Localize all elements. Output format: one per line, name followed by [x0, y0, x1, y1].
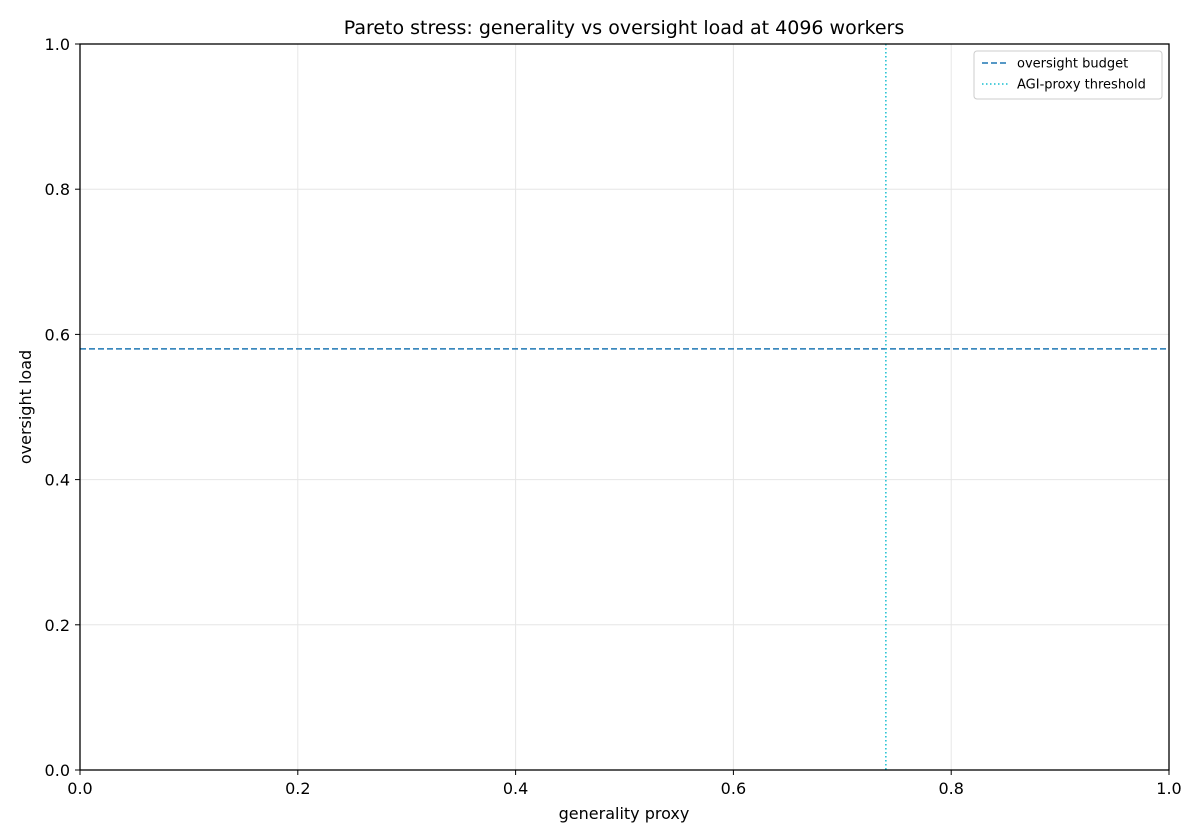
chart: Pareto stress: generality vs oversight l…: [0, 0, 1200, 840]
chart-title: Pareto stress: generality vs oversight l…: [344, 17, 905, 39]
x-tick-label-5: 1.0: [1156, 779, 1181, 798]
y-tick-label-0: 0.0: [45, 761, 70, 780]
y-tick-label-3: 0.6: [45, 325, 70, 344]
x-tick-label-4: 0.8: [938, 779, 963, 798]
legend-label-0: oversight budget: [1017, 57, 1128, 72]
y-tick-label-4: 0.8: [45, 180, 70, 199]
x-tick-label-0: 0.0: [67, 779, 92, 798]
y-axis-label: oversight load: [16, 350, 35, 464]
x-tick-label-2: 0.4: [503, 779, 528, 798]
legend: oversight budget AGI-proxy threshold: [973, 50, 1163, 100]
y-tick-label-5: 1.0: [45, 35, 70, 54]
legend-label-1: AGI-proxy threshold: [1017, 78, 1146, 93]
chart-background: [0, 0, 1200, 840]
x-axis-label: generality proxy: [559, 804, 690, 823]
x-tick-label-3: 0.6: [721, 779, 746, 798]
y-tick-label-2: 0.4: [45, 471, 70, 490]
x-tick-label-1: 0.2: [285, 779, 310, 798]
y-tick-label-1: 0.2: [45, 616, 70, 635]
